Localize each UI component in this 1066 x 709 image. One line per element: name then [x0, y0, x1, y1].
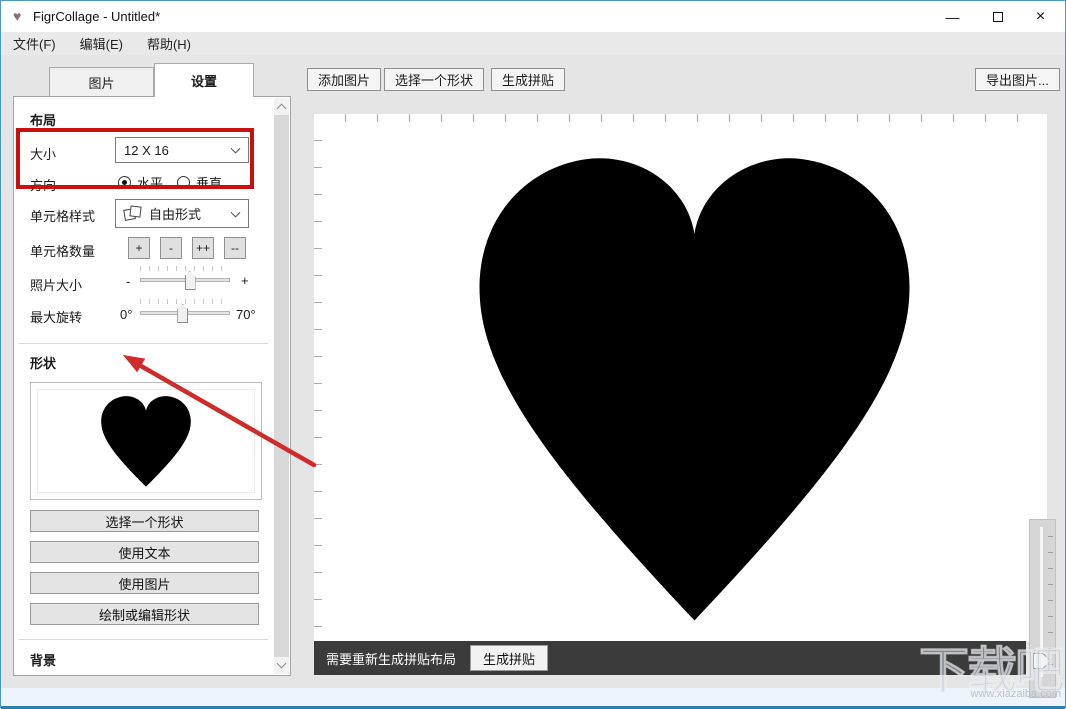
background-section-title: 背景	[30, 653, 57, 668]
tab-settings[interactable]: 设置	[154, 63, 254, 97]
title-bar: ♥ FigrCollage - Untitled* — ×	[1, 1, 1065, 32]
use-image-button[interactable]: 使用图片	[30, 572, 259, 594]
scrollbar-thumb[interactable]	[274, 115, 289, 657]
zoom-slider-ticks	[1048, 536, 1053, 668]
rotation-min-label: 0°	[120, 307, 133, 322]
cell-count-plusplus-button[interactable]: ++	[192, 237, 214, 259]
tab-pictures[interactable]: 图片	[49, 67, 154, 97]
shape-section-title: 形状	[30, 356, 57, 371]
orientation-label: 方向	[30, 178, 57, 193]
choose-shape-toolbar-button[interactable]: 选择一个形状	[384, 68, 485, 91]
radio-horizontal-label[interactable]: 水平	[137, 173, 163, 192]
regenerate-message: 需要重新生成拼贴布局	[326, 651, 457, 667]
menu-edit[interactable]: 编辑(E)	[80, 34, 123, 53]
orientation-radio-group: 水平 垂直	[118, 173, 230, 192]
generate-collage-button[interactable]: 生成拼贴	[470, 645, 549, 671]
menu-bar: 文件(F) 编辑(E) 帮助(H)	[1, 32, 1065, 55]
slider-ticks	[140, 266, 230, 271]
collage-canvas[interactable]	[314, 114, 1047, 641]
slider-ticks	[140, 299, 230, 304]
chevron-down-icon	[230, 143, 241, 154]
app-heart-icon: ♥	[13, 8, 22, 24]
cell-count-label: 单元格数量	[30, 244, 96, 259]
cell-count-minusminus-button[interactable]: --	[224, 237, 246, 259]
size-value: 12 X 16	[124, 142, 169, 158]
generate-collage-toolbar-button[interactable]: 生成拼贴	[491, 68, 566, 91]
cell-count-plus-button[interactable]: +	[128, 237, 150, 259]
radio-vertical-icon[interactable]	[177, 176, 191, 189]
shape-preview	[30, 382, 262, 500]
maximize-icon	[992, 11, 1003, 22]
choose-shape-button[interactable]: 选择一个形状	[30, 510, 259, 532]
size-label: 大小	[30, 147, 57, 162]
canvas-left-ticks	[314, 140, 322, 636]
canvas-zoom-slider[interactable]	[1029, 519, 1056, 698]
canvas-top-ticks	[345, 114, 1047, 122]
draw-edit-shape-button[interactable]: 绘制或编辑形状	[30, 603, 259, 625]
cell-style-dropdown[interactable]: 自由形式	[115, 199, 249, 228]
photo-size-label: 照片大小	[30, 278, 83, 293]
maximize-button[interactable]	[975, 1, 1020, 32]
scroll-up-icon[interactable]	[276, 103, 287, 114]
layout-section-title: 布局	[30, 113, 57, 128]
minimize-icon: —	[945, 8, 960, 25]
rotation-slider-thumb[interactable]	[177, 304, 189, 323]
section-divider	[18, 343, 268, 344]
photo-size-max-label: +	[241, 273, 249, 288]
rotation-max-label: 70°	[236, 307, 256, 322]
rotation-slider[interactable]	[140, 299, 230, 323]
radio-horizontal-icon[interactable]	[118, 176, 131, 189]
status-bar	[1, 687, 1065, 706]
heart-shape-thumbnail	[101, 396, 191, 487]
app-window: ♥ FigrCollage - Untitled* — × 文件(F) 编辑(E…	[0, 0, 1066, 709]
photo-size-min-label: -	[126, 274, 131, 289]
cell-count-minus-button[interactable]: -	[160, 237, 182, 259]
section-divider	[18, 639, 268, 640]
scroll-down-icon[interactable]	[276, 658, 287, 669]
regenerate-bar: 需要重新生成拼贴布局 生成拼贴	[314, 641, 1026, 675]
close-icon: ×	[1035, 7, 1046, 25]
minimize-button[interactable]: —	[930, 1, 975, 32]
rotation-label: 最大旋转	[30, 310, 83, 325]
use-text-button[interactable]: 使用文本	[30, 541, 259, 563]
cell-style-value: 自由形式	[149, 207, 202, 222]
export-image-button[interactable]: 导出图片...	[975, 68, 1060, 91]
cell-style-label: 单元格样式	[30, 209, 96, 224]
menu-file[interactable]: 文件(F)	[13, 34, 56, 53]
size-dropdown[interactable]: 12 X 16	[115, 137, 249, 163]
settings-panel: 布局 大小 12 X 16 方向 水平 垂直 单元格样式 自由形式 单元格数量 …	[13, 96, 291, 676]
close-button[interactable]: ×	[1018, 1, 1063, 32]
heart-collage-shape	[479, 158, 910, 621]
window-title: FigrCollage - Untitled*	[33, 9, 161, 24]
add-images-button[interactable]: 添加图片	[307, 68, 382, 91]
panel-scrollbar[interactable]	[274, 98, 289, 674]
photo-size-slider[interactable]	[140, 266, 230, 290]
freeform-shapes-icon	[123, 204, 142, 223]
photo-size-slider-thumb[interactable]	[184, 271, 196, 290]
menu-help[interactable]: 帮助(H)	[147, 34, 191, 53]
chevron-down-icon	[230, 207, 241, 218]
radio-vertical-label[interactable]: 垂直	[196, 173, 222, 192]
